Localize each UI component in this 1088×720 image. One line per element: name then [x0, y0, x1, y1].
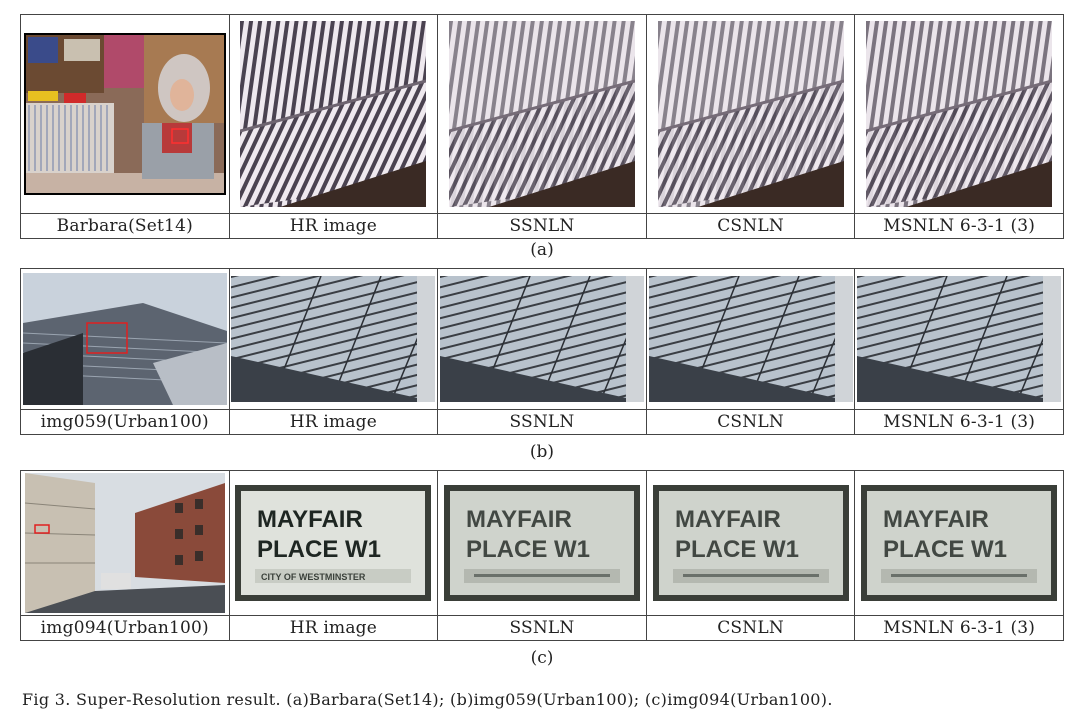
ssnln-cell: MAYFAIR PLACE W1	[437, 470, 647, 616]
figure-row-c: MAYFAIR PLACE W1 CITY OF WESTMINSTER MAY…	[20, 470, 1064, 641]
source-image-cell	[20, 470, 230, 616]
figure-row-b: img059(Urban100) HR image SSNLN CSNLN MS…	[20, 268, 1064, 435]
svg-text:PLACE W1: PLACE W1	[466, 536, 590, 563]
msnln-cell	[854, 268, 1064, 410]
csnln-caption: CSNLN	[645, 409, 856, 435]
hr-image-cell	[228, 268, 439, 410]
sign-ssnln-crop: MAYFAIR PLACE W1	[443, 485, 640, 601]
hr-image-cell	[228, 14, 439, 214]
source-image-cell	[20, 14, 230, 214]
barbara-hr-crop	[240, 21, 427, 207]
barbara-csnln-crop	[657, 21, 844, 207]
urban059-hr-crop	[231, 276, 436, 402]
sign-hr-crop: MAYFAIR PLACE W1 CITY OF WESTMINSTER	[235, 485, 432, 601]
svg-text:MAYFAIR: MAYFAIR	[466, 506, 572, 533]
urban094-source-image	[24, 473, 225, 613]
csnln-caption: CSNLN	[645, 615, 856, 641]
ssnln-caption: SSNLN	[437, 213, 647, 239]
ssnln-caption: SSNLN	[437, 409, 647, 435]
urban059-csnln-crop	[648, 276, 853, 402]
sign-line-2: PLACE W1	[257, 536, 381, 563]
msnln-cell	[854, 14, 1064, 214]
hr-caption: HR image	[228, 213, 439, 239]
sign-line-3: CITY OF WESTMINSTER	[261, 572, 366, 582]
svg-text:MAYFAIR: MAYFAIR	[675, 506, 781, 533]
csnln-caption: CSNLN	[645, 213, 856, 239]
csnln-cell	[645, 268, 856, 410]
msnln-cell: MAYFAIR PLACE W1	[854, 470, 1064, 616]
subfigure-label-a: (a)	[530, 240, 554, 260]
svg-text:MAYFAIR: MAYFAIR	[883, 506, 989, 533]
source-caption: img094(Urban100)	[20, 615, 230, 641]
hr-image-cell: MAYFAIR PLACE W1 CITY OF WESTMINSTER	[228, 470, 439, 616]
source-image-cell	[20, 268, 230, 410]
figure-row-a: Barbara(Set14) HR image SSNLN CSNLN MSNL…	[20, 14, 1064, 239]
source-caption: img059(Urban100)	[20, 409, 230, 435]
figure-caption: Fig 3. Super-Resolution result. (a)Barba…	[22, 690, 833, 709]
sign-msnln-crop: MAYFAIR PLACE W1	[861, 485, 1058, 601]
urban059-msnln-crop	[857, 276, 1062, 402]
csnln-cell	[645, 14, 856, 214]
source-caption: Barbara(Set14)	[20, 213, 230, 239]
hr-caption: HR image	[228, 615, 439, 641]
barbara-ssnln-crop	[448, 21, 635, 207]
subfigure-label-c: (c)	[530, 648, 554, 668]
barbara-source-image	[23, 33, 226, 195]
ssnln-cell	[437, 268, 647, 410]
urban059-ssnln-crop	[439, 276, 644, 402]
sign-line-1: MAYFAIR	[257, 506, 363, 533]
urban059-source-image	[22, 273, 227, 405]
subfigure-label-b: (b)	[529, 442, 555, 462]
svg-text:PLACE W1: PLACE W1	[675, 536, 799, 563]
msnln-caption: MSNLN 6-3-1 (3)	[854, 213, 1064, 239]
svg-text:PLACE W1: PLACE W1	[883, 536, 1007, 563]
hr-caption: HR image	[228, 409, 439, 435]
sign-csnln-crop: MAYFAIR PLACE W1	[652, 485, 849, 601]
msnln-caption: MSNLN 6-3-1 (3)	[854, 615, 1064, 641]
ssnln-caption: SSNLN	[437, 615, 647, 641]
ssnln-cell	[437, 14, 647, 214]
msnln-caption: MSNLN 6-3-1 (3)	[854, 409, 1064, 435]
csnln-cell: MAYFAIR PLACE W1	[645, 470, 856, 616]
barbara-msnln-crop	[866, 21, 1053, 207]
